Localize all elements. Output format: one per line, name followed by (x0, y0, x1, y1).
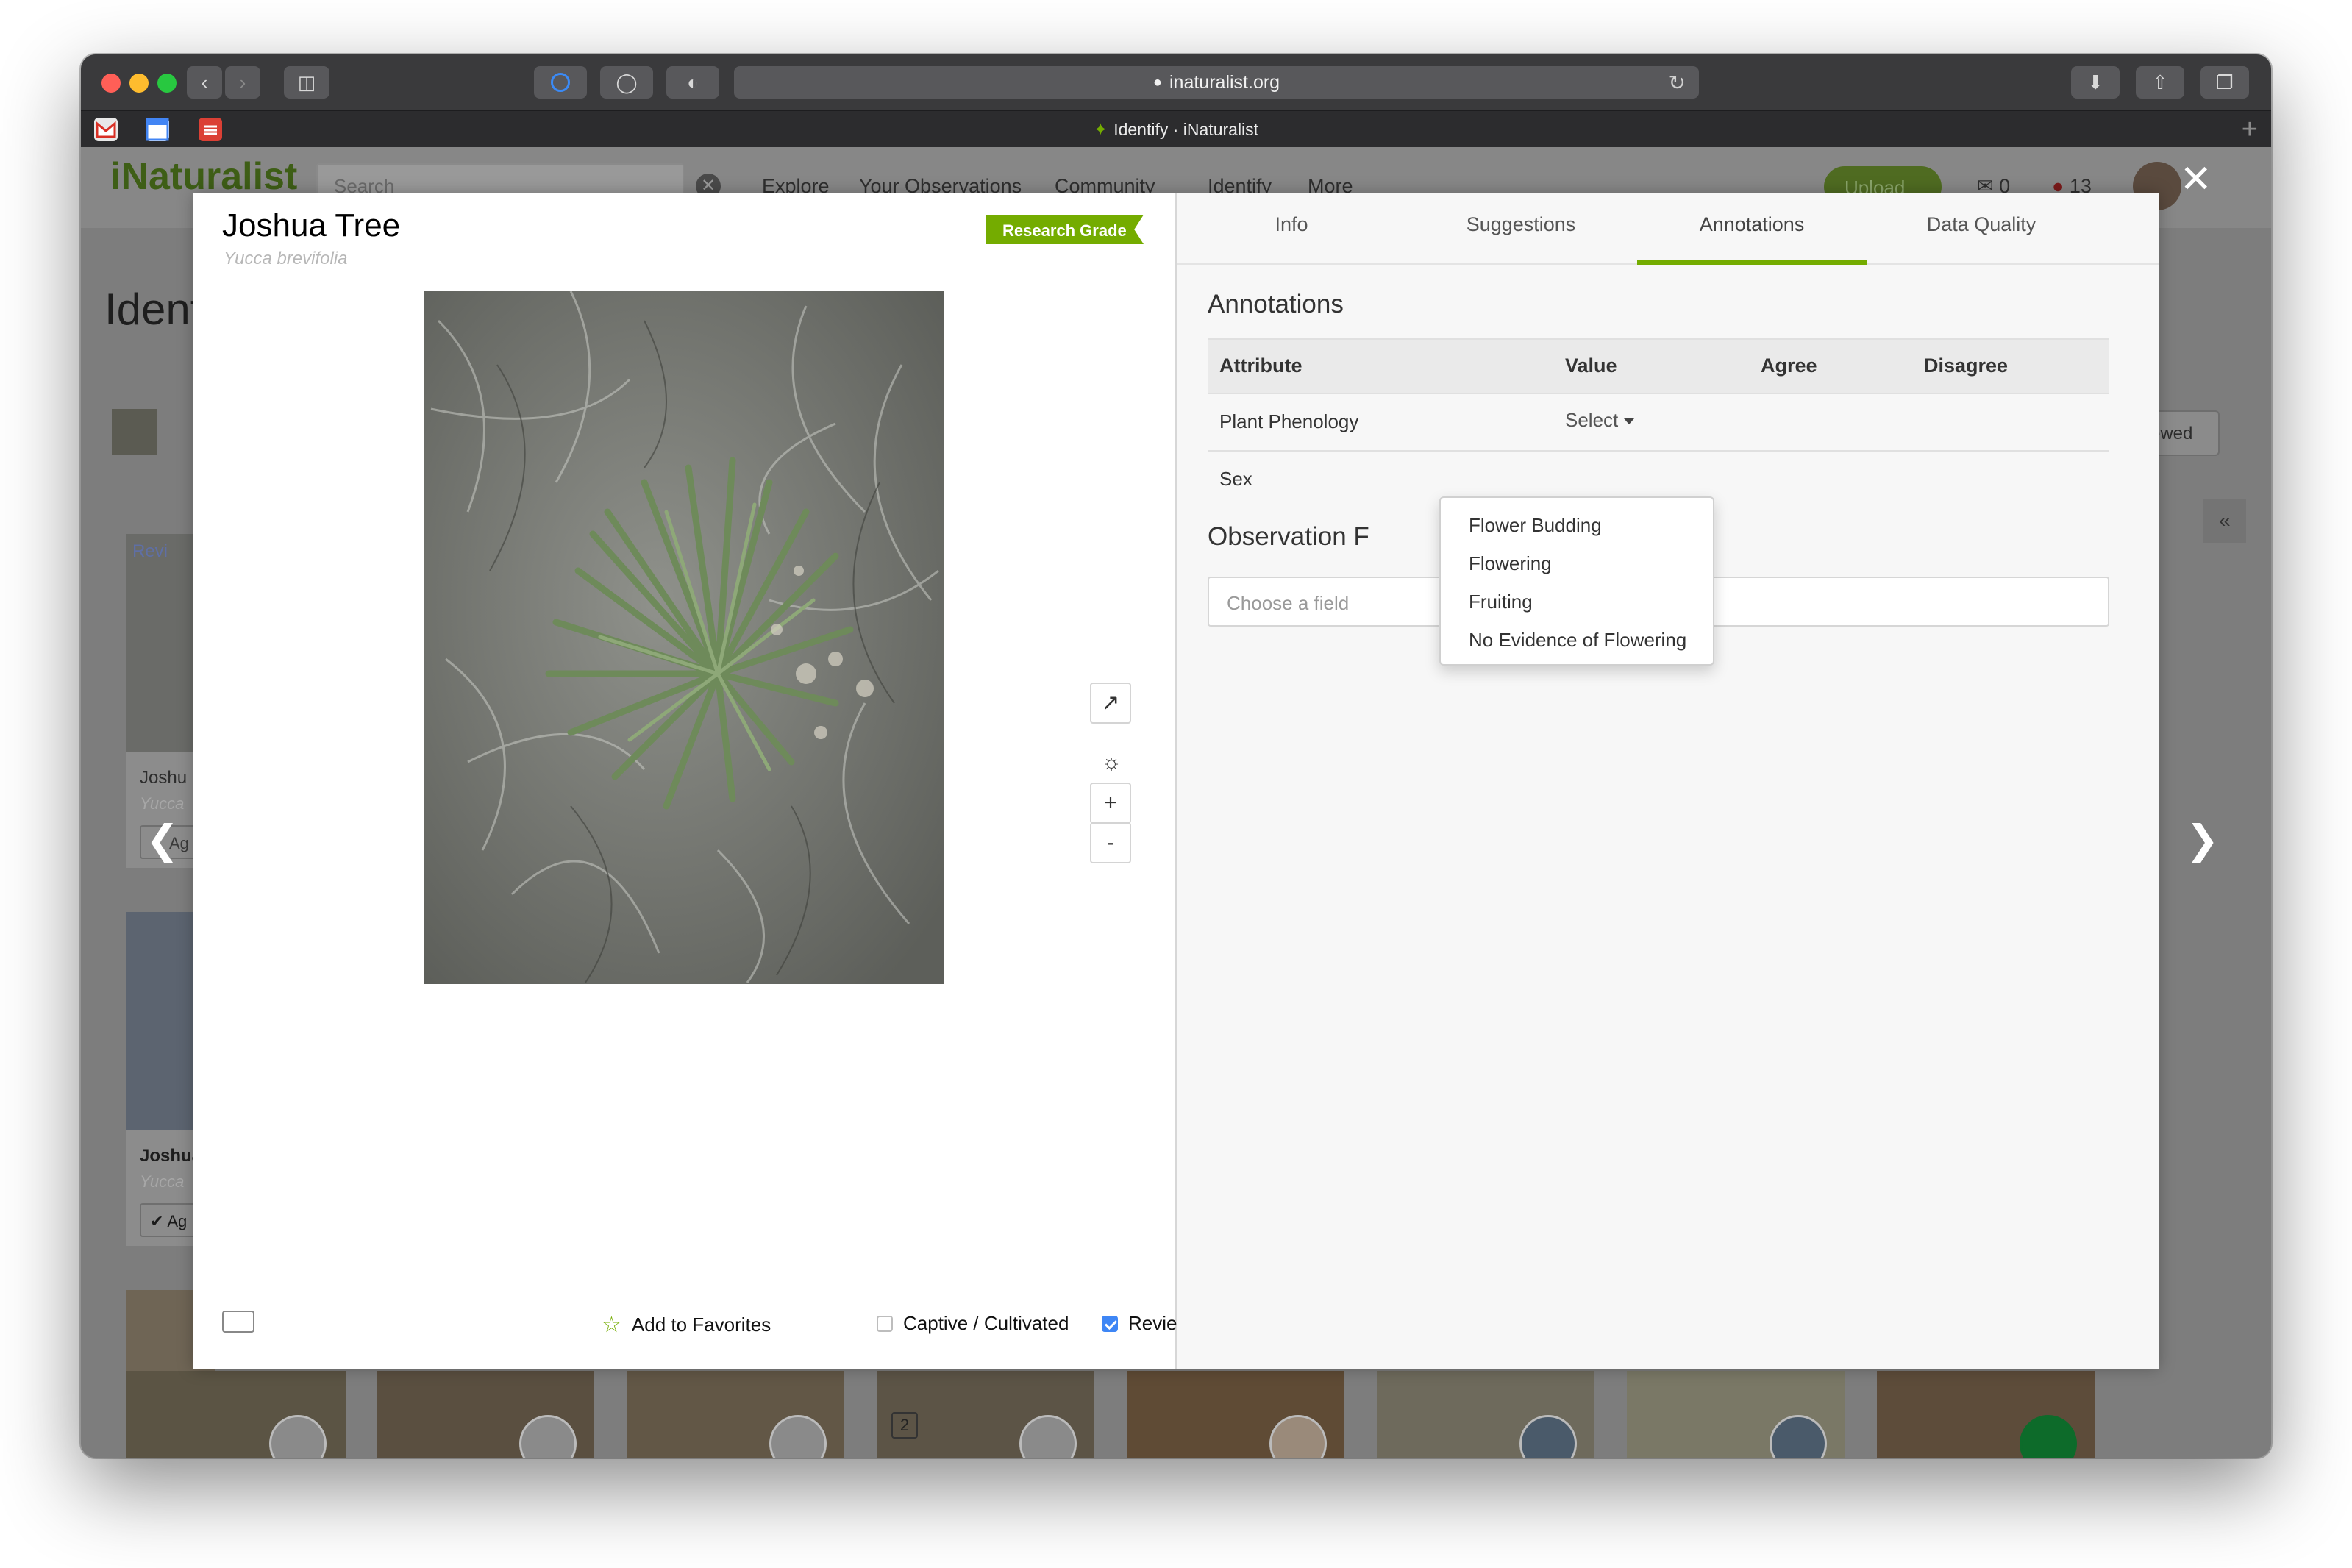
bg-user-avatar (1019, 1415, 1077, 1458)
observation-modal: Joshua Tree Yucca brevifolia Research Gr… (193, 193, 2159, 1369)
open-external-icon[interactable]: ↗ (1090, 683, 1131, 724)
bg-card-title: Joshu (140, 768, 188, 788)
annotations-heading: Annotations (1208, 290, 1344, 318)
address-bar[interactable]: ● inaturalist.org ↻ (734, 66, 1699, 99)
brightness-icon[interactable]: ☼ (1093, 744, 1130, 781)
modal-photo-panel: Joshua Tree Yucca brevifolia Research Gr… (193, 193, 1212, 1369)
add-to-favorites-button[interactable]: ☆ Add to Favorites (602, 1312, 771, 1338)
observation-photo[interactable] (424, 291, 944, 984)
prev-observation-arrow[interactable]: ❮ (146, 816, 179, 863)
next-observation-arrow[interactable]: ❯ (2186, 816, 2219, 863)
extension-circle-icon[interactable] (534, 66, 587, 99)
option-fruiting[interactable]: Fruiting (1441, 585, 1713, 623)
phenology-dropdown-menu: Flower Budding Flowering Fruiting No Evi… (1439, 496, 1714, 666)
privacy-shield-icon[interactable]: ◐ (666, 66, 719, 99)
lock-icon: ● (1152, 74, 1162, 90)
zoom-out-button[interactable]: - (1090, 822, 1131, 863)
share-icon[interactable]: ⇧ (2136, 66, 2184, 99)
minimize-window-button[interactable] (129, 74, 149, 93)
bg-thumb-small (112, 409, 157, 455)
phenology-value-select[interactable]: Select (1565, 409, 1634, 432)
option-flowering[interactable]: Flowering (1441, 546, 1713, 585)
bg-user-avatar (1770, 1415, 1827, 1458)
column-agree: Agree (1761, 354, 1817, 377)
photo-count-badge: 2 (891, 1412, 918, 1439)
browser-toolbar: ‹ › ◫ ◯ ◐ ● inaturalist.org ↻ ⬇ ⇧ ❐ (81, 54, 2271, 110)
column-disagree: Disagree (1924, 354, 2009, 377)
yucca-plant-image (424, 291, 944, 984)
observation-fields-heading: Observation F (1208, 522, 1369, 551)
tab-bar: ✦ Identify · iNaturalist + (81, 110, 2271, 147)
downloads-icon[interactable]: ⬇ (2071, 66, 2120, 99)
star-icon: ☆ (602, 1313, 621, 1337)
ghostery-icon[interactable]: ◯ (600, 66, 653, 99)
page-title: Ident (104, 285, 203, 334)
taxon-common-name[interactable]: Joshua Tree (222, 207, 400, 244)
bg-thumbnail[interactable] (1877, 1371, 2095, 1458)
option-no-evidence-of-flowering[interactable]: No Evidence of Flowering (1441, 623, 1713, 661)
bg-thumbnail[interactable]: 2 (877, 1371, 1094, 1458)
site-logo[interactable]: iNaturalist (110, 154, 297, 199)
new-tab-button[interactable]: + (2242, 114, 2258, 146)
forward-button[interactable]: › (225, 66, 260, 99)
captive-cultivated-toggle[interactable]: Captive / Cultivated (877, 1312, 1069, 1335)
tab-suggestions[interactable]: Suggestions (1406, 193, 1636, 265)
collapse-panel-icon[interactable]: « (2203, 499, 2246, 543)
close-modal-icon[interactable]: ✕ (2180, 157, 2212, 202)
column-value: Value (1565, 354, 1617, 377)
bg-thumbnail[interactable] (377, 1371, 594, 1458)
bg-thumbnail[interactable] (627, 1371, 844, 1458)
checkmark-icon: ✔ (150, 1212, 168, 1230)
tab-info[interactable]: Info (1177, 193, 1406, 265)
bg-card-subtitle: Yucca (140, 1172, 185, 1191)
bg-card-badge: Revi (132, 541, 168, 561)
inaturalist-bird-icon: ✦ (1093, 120, 1108, 139)
column-attribute: Attribute (1219, 354, 1302, 377)
bg-thumbnail[interactable] (1127, 1371, 1344, 1458)
quality-grade-badge: Research Grade (986, 215, 1144, 244)
bg-user-avatar (769, 1415, 827, 1458)
browser-window: ‹ › ◫ ◯ ◐ ● inaturalist.org ↻ ⬇ ⇧ ❐ ✦ Ide… (81, 54, 2271, 1458)
close-window-button[interactable] (101, 74, 121, 93)
taxon-scientific-name: Yucca brevifolia (224, 249, 348, 268)
bg-user-avatar (1269, 1415, 1327, 1458)
tab-annotations[interactable]: Annotations (1637, 193, 1867, 265)
zoom-in-button[interactable]: + (1090, 783, 1131, 824)
details-tabs: Info Suggestions Annotations Data Qualit… (1177, 193, 2159, 265)
keyboard-shortcuts-icon[interactable] (222, 1311, 254, 1333)
bg-user-avatar (519, 1415, 577, 1458)
zoom-window-button[interactable] (157, 74, 177, 93)
bg-thumbnail[interactable] (1627, 1371, 1845, 1458)
attribute-plant-phenology: Plant Phenology (1219, 410, 1359, 432)
active-tab-title[interactable]: ✦ Identify · iNaturalist (81, 120, 2271, 140)
attribute-sex: Sex (1219, 468, 1252, 490)
modal-details-panel: Info Suggestions Annotations Data Qualit… (1177, 193, 2159, 1369)
bg-user-avatar (2020, 1415, 2077, 1458)
bg-thumbnail[interactable] (126, 1371, 346, 1458)
bg-user-avatar (269, 1415, 327, 1458)
sidebar-toggle-icon[interactable]: ◫ (284, 66, 329, 99)
url-text: inaturalist.org (1169, 71, 1280, 93)
bg-card-subtitle: Yucca (140, 794, 185, 813)
table-row: Plant Phenology Select (1208, 393, 2109, 450)
back-button[interactable]: ‹ (187, 66, 222, 99)
bg-thumbnail[interactable] (1377, 1371, 1594, 1458)
captive-checkbox[interactable] (877, 1315, 893, 1332)
reviewed-checkbox[interactable] (1102, 1315, 1118, 1332)
annotations-table-header: Attribute Value Agree Disagree (1208, 338, 2109, 393)
option-flower-budding[interactable]: Flower Budding (1441, 508, 1713, 546)
tabs-overview-icon[interactable]: ❐ (2200, 66, 2249, 99)
tab-data-quality[interactable]: Data Quality (1867, 193, 2096, 265)
reload-icon[interactable]: ↻ (1669, 71, 1686, 95)
bg-user-avatar (1519, 1415, 1577, 1458)
